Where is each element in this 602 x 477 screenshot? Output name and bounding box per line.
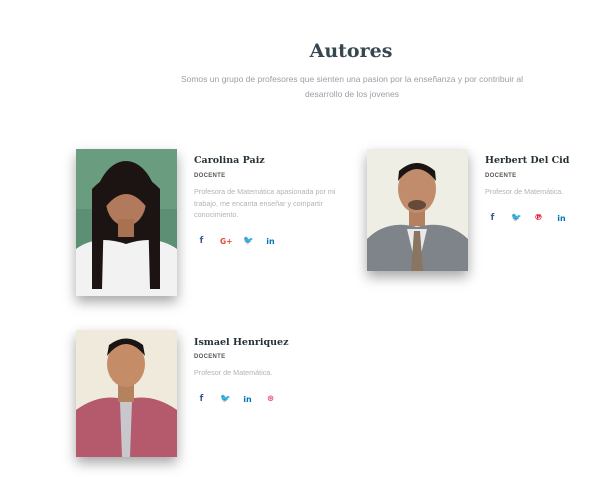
twitter-icon[interactable]: 🐦: [220, 395, 231, 404]
author-description: Profesora de Matemática apasionada por m…: [194, 187, 336, 219]
twitter-icon[interactable]: 🐦: [243, 237, 254, 246]
facebook-icon[interactable]: f: [197, 237, 206, 246]
dribbble-icon[interactable]: ⊛: [266, 395, 275, 404]
author-role: DOCENTE: [194, 173, 226, 179]
author-photo-herbert: [367, 149, 468, 271]
author-role: DOCENTE: [485, 173, 517, 179]
author-name: Ismael Henriquez: [194, 337, 289, 348]
social-links: f 🐦 ℗ in: [488, 214, 566, 224]
linkedin-icon[interactable]: in: [557, 214, 566, 223]
facebook-icon[interactable]: f: [488, 214, 497, 223]
author-description: Profesor de Matemática.: [194, 368, 273, 377]
author-description: Profesor de Matemática.: [485, 187, 564, 196]
section-subtitle: Somos un grupo de profesores que sienten…: [180, 74, 524, 99]
author-name: Herbert Del Cid: [485, 155, 570, 166]
section-title: Autores: [309, 40, 393, 62]
social-links: f G+ 🐦 in: [197, 237, 275, 247]
author-photo-carolina: [76, 149, 177, 296]
twitter-icon[interactable]: 🐦: [511, 214, 522, 223]
facebook-icon[interactable]: f: [197, 395, 206, 404]
author-role: DOCENTE: [194, 354, 226, 360]
linkedin-icon[interactable]: in: [266, 237, 275, 246]
author-photo-ismael: [76, 330, 177, 457]
google-plus-icon[interactable]: G+: [220, 237, 232, 246]
pinterest-icon[interactable]: ℗: [534, 214, 543, 223]
author-name: Carolina Paiz: [194, 155, 265, 166]
linkedin-icon[interactable]: in: [243, 395, 252, 404]
social-links: f 🐦 in ⊛: [197, 395, 275, 405]
